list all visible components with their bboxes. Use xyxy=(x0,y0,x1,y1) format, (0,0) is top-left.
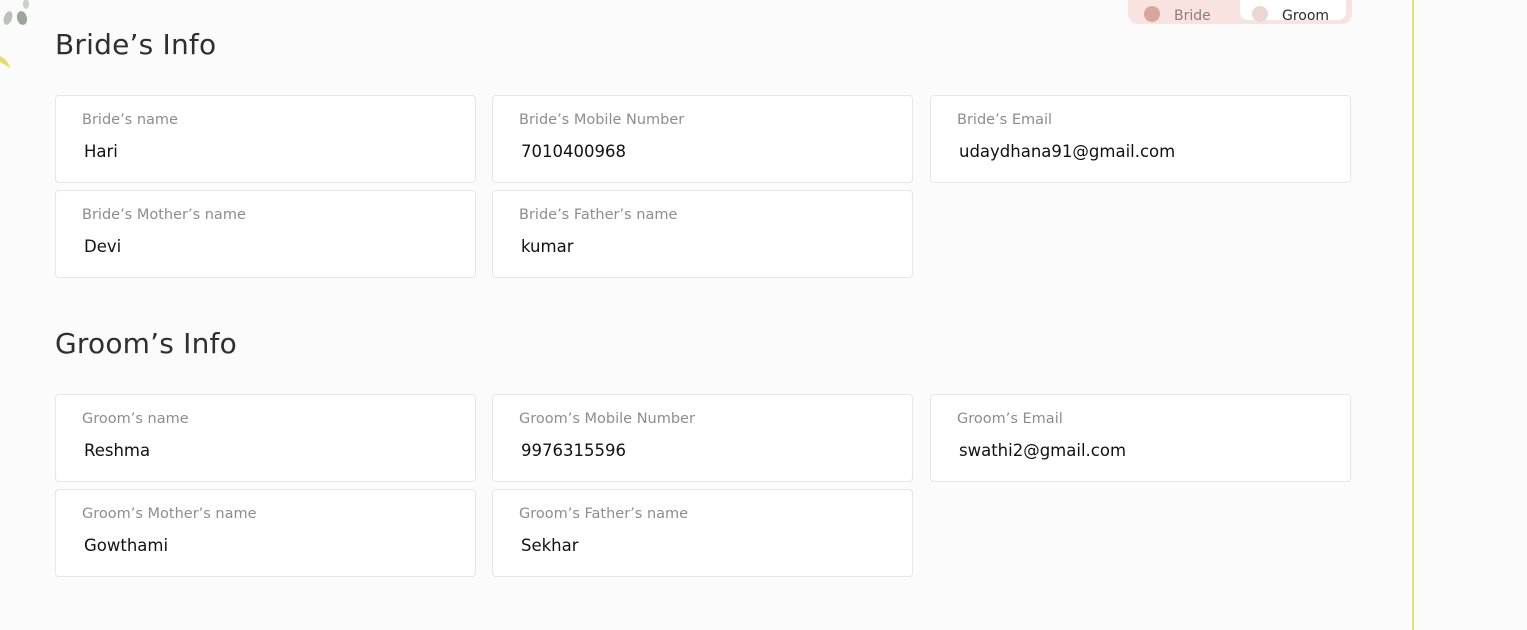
bride-groom-toggle: Bride Groom xyxy=(1128,0,1352,24)
field-value[interactable]: 7010400968 xyxy=(521,142,626,161)
groom-mobile-field[interactable]: Groom’s Mobile Number 9976315596 xyxy=(492,394,913,482)
bride-info-title: Bride’s Info xyxy=(55,28,217,61)
field-value[interactable]: Reshma xyxy=(84,441,150,460)
bride-avatar-icon xyxy=(1144,6,1160,22)
bride-email-field[interactable]: Bride’s Email udaydhana91@gmail.com xyxy=(930,95,1351,183)
groom-avatar-icon xyxy=(1252,6,1268,22)
toggle-bride-option[interactable]: Bride xyxy=(1144,0,1234,24)
field-value[interactable]: 9976315596 xyxy=(521,441,626,460)
groom-father-name-field[interactable]: Groom’s Father’s name Sekhar xyxy=(492,489,913,577)
field-label: Groom’s Mother’s name xyxy=(82,506,257,522)
field-value[interactable]: swathi2@gmail.com xyxy=(959,441,1126,460)
field-value[interactable]: kumar xyxy=(521,237,573,256)
bride-father-name-field[interactable]: Bride’s Father’s name kumar xyxy=(492,190,913,278)
groom-name-field[interactable]: Groom’s name Reshma xyxy=(55,394,476,482)
field-value[interactable]: Hari xyxy=(84,142,118,161)
field-value[interactable]: Sekhar xyxy=(521,536,579,555)
groom-email-field[interactable]: Groom’s Email swathi2@gmail.com xyxy=(930,394,1351,482)
bride-name-field[interactable]: Bride’s name Hari xyxy=(55,95,476,183)
bride-mother-name-field[interactable]: Bride’s Mother’s name Devi xyxy=(55,190,476,278)
leaf-decoration-icon xyxy=(0,0,29,68)
field-value[interactable]: udaydhana91@gmail.com xyxy=(959,142,1175,161)
field-label: Groom’s Father’s name xyxy=(519,506,689,522)
field-label: Bride’s Mother’s name xyxy=(82,207,246,223)
field-label: Bride’s Father’s name xyxy=(519,207,678,223)
groom-info-title: Groom’s Info xyxy=(55,327,237,360)
bride-mobile-field[interactable]: Bride’s Mobile Number 7010400968 xyxy=(492,95,913,183)
field-label: Groom’s Email xyxy=(957,411,1063,427)
field-value[interactable]: Gowthami xyxy=(84,536,168,555)
field-value[interactable]: Devi xyxy=(84,237,121,256)
accent-divider xyxy=(1412,0,1414,630)
field-label: Bride’s Mobile Number xyxy=(519,112,685,128)
field-label: Groom’s name xyxy=(82,411,189,427)
groom-mother-name-field[interactable]: Groom’s Mother’s name Gowthami xyxy=(55,489,476,577)
toggle-groom-option[interactable]: Groom xyxy=(1240,0,1346,24)
field-label: Bride’s Email xyxy=(957,112,1053,128)
field-label: Groom’s Mobile Number xyxy=(519,411,695,427)
toggle-groom-label: Groom xyxy=(1282,8,1330,24)
toggle-bride-label: Bride xyxy=(1174,8,1211,24)
field-label: Bride’s name xyxy=(82,112,178,128)
